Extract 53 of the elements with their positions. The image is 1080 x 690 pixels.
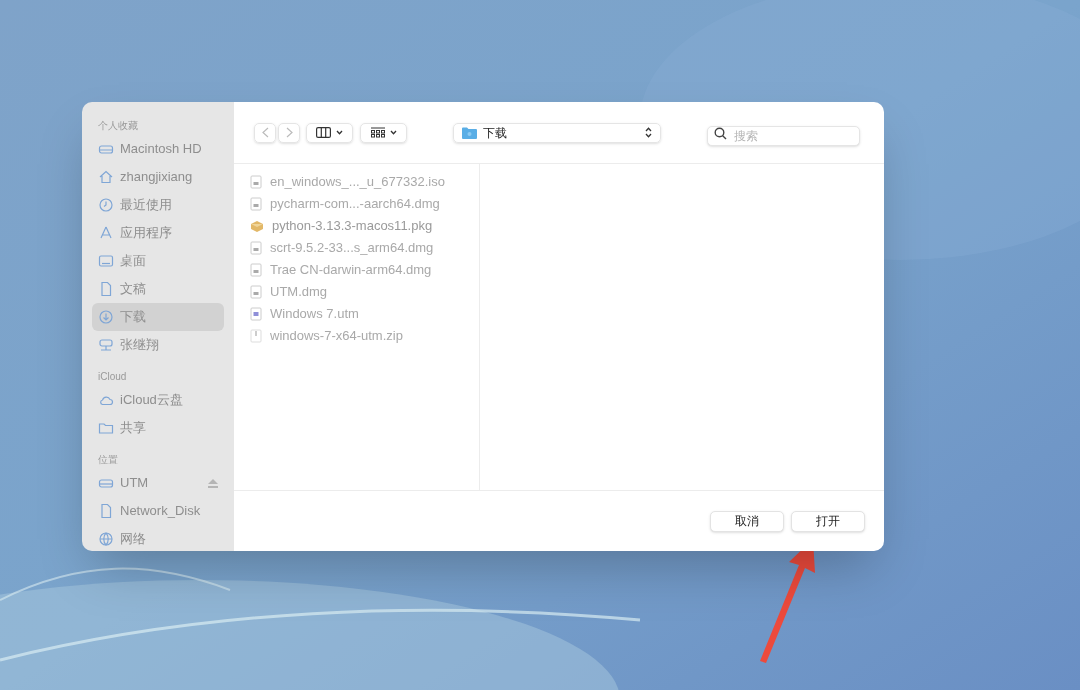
download-icon <box>98 309 114 325</box>
search-icon <box>714 126 727 140</box>
sidebar-item[interactable]: 文稿 <box>92 275 224 303</box>
document-icon <box>98 503 114 519</box>
location-dropdown[interactable]: 下载 <box>453 122 661 143</box>
open-button[interactable]: 打开 <box>791 510 865 532</box>
apps-icon <box>98 225 114 241</box>
file-icon <box>250 307 262 321</box>
chevron-down-icon <box>336 130 343 135</box>
sidebar-item[interactable]: 下载 <box>92 303 224 331</box>
up-down-chevron-icon <box>645 127 652 138</box>
sidebar-item[interactable]: Macintosh HD <box>92 135 224 163</box>
file-row[interactable]: python-3.13.3-macos11.pkg <box>250 215 463 237</box>
sidebar-item[interactable]: 共享 <box>92 414 224 442</box>
grid-icon <box>370 127 385 138</box>
disk-image-icon <box>250 241 262 255</box>
sidebar-item[interactable]: 网络 <box>92 525 224 551</box>
chevron-left-icon <box>261 127 269 138</box>
disk-image-icon <box>250 285 262 299</box>
eject-icon[interactable] <box>208 478 218 488</box>
folder-icon <box>462 126 477 139</box>
clock-icon <box>98 197 114 213</box>
sidebar-item[interactable]: 最近使用 <box>92 191 224 219</box>
sidebar-item[interactable]: iCloud云盘 <box>92 386 224 414</box>
home-icon <box>98 169 114 185</box>
sidebar-item[interactable]: Network_Disk <box>92 497 224 525</box>
shared-folder-icon <box>98 420 114 436</box>
document-icon <box>98 281 114 297</box>
zip-icon <box>250 329 262 343</box>
section-heading: 个人收藏 <box>97 119 139 133</box>
sidebar-item[interactable]: 桌面 <box>92 247 224 275</box>
chevron-down-icon <box>389 130 397 135</box>
sidebar-item[interactable]: 张继翔 <box>92 331 224 359</box>
globe-icon <box>98 531 114 547</box>
disk-image-icon <box>250 197 262 211</box>
disk-image-icon <box>250 263 262 277</box>
sidebar-item[interactable]: 应用程序 <box>92 219 224 247</box>
view-mode-button[interactable] <box>306 122 353 143</box>
group-button[interactable] <box>360 122 407 143</box>
forward-button[interactable] <box>278 122 300 143</box>
cancel-button[interactable]: 取消 <box>710 510 784 532</box>
search-field[interactable]: 搜索 <box>707 125 860 146</box>
network-drive-icon <box>98 337 114 353</box>
section-heading: iCloud <box>97 370 128 384</box>
columns-icon <box>316 127 331 138</box>
back-button[interactable] <box>254 122 276 143</box>
desktop-icon <box>98 253 114 269</box>
disk-image-icon <box>250 175 262 189</box>
sidebar-item[interactable]: UTM <box>92 469 224 497</box>
sidebar-item[interactable]: zhangjixiang <box>92 163 224 191</box>
chevron-right-icon <box>285 127 293 138</box>
section-heading: 位置 <box>97 453 119 467</box>
package-icon <box>250 219 264 233</box>
